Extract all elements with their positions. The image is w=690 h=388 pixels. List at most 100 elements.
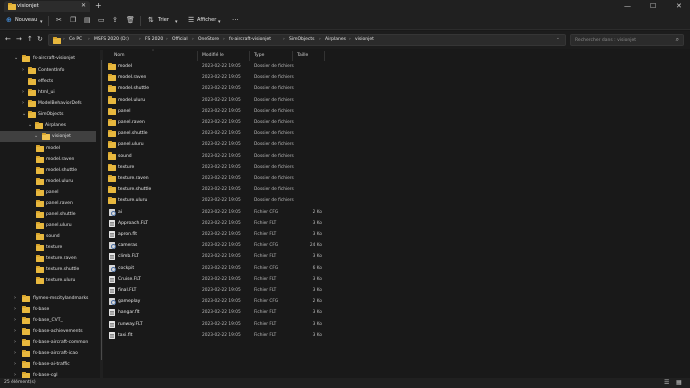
- back-icon[interactable]: ←: [5, 35, 11, 43]
- table-row[interactable]: model 2023-02-22 19:05 Dossier de fichiers: [104, 61, 334, 72]
- table-row[interactable]: texture.raven 2023-02-22 19:05 Dossier de …: [104, 173, 334, 184]
- chevron-right-icon[interactable]: ›: [14, 361, 16, 367]
- breadcrumb-item[interactable]: MSFS 2020 (D:): [94, 37, 129, 42]
- paste-icon[interactable]: ▤: [84, 16, 91, 24]
- column-divider[interactable]: [292, 51, 293, 61]
- column-header-size[interactable]: Taille: [297, 53, 308, 58]
- up-icon[interactable]: ↑: [27, 35, 33, 43]
- table-row[interactable]: taxi.flt 2023-02-22 19:05 Fichier FLT 3 Ko: [104, 330, 334, 341]
- tree-item[interactable]: model.raven: [0, 154, 96, 165]
- chevron-down-icon[interactable]: ⌄: [28, 122, 32, 128]
- minimize-icon[interactable]: —: [624, 0, 631, 12]
- table-row[interactable]: texture 2023-02-22 19:05 Dossier de fichie…: [104, 162, 334, 173]
- tree-item[interactable]: model: [0, 143, 96, 154]
- tree-item[interactable]: model.shuttle: [0, 165, 96, 176]
- breadcrumb-item[interactable]: fs-aircraft-visionjet: [229, 37, 271, 42]
- tree-item[interactable]: effects: [0, 76, 96, 87]
- column-header-type[interactable]: Type: [254, 53, 264, 58]
- tiles-view-icon[interactable]: ▦: [676, 379, 682, 386]
- table-row[interactable]: model.shuttle 2023-02-22 19:05 Dossier de …: [104, 83, 334, 94]
- tree-item[interactable]: texture.raven: [0, 253, 96, 264]
- plus-icon[interactable]: +: [95, 1, 102, 10]
- cut-icon[interactable]: ✂: [56, 16, 62, 24]
- tab-visionjet[interactable]: visionjet ✕: [4, 1, 90, 12]
- tree-item[interactable]: model.uluru: [0, 176, 96, 187]
- tree-item[interactable]: sound: [0, 231, 96, 242]
- tree-item[interactable]: ⌄ fs-aircraft-visionjet: [0, 53, 96, 64]
- table-row[interactable]: cameras 2023-02-22 19:05 Fichier CFG 24 Ko: [104, 240, 334, 251]
- tree-item[interactable]: › html_ui: [0, 87, 96, 98]
- address-bar[interactable]: › Ce PC › MSFS 2020 (D:) › FS 2020 › Off…: [48, 34, 566, 46]
- table-row[interactable]: texture.shuttle 2023-02-22 19:05 Dossier d…: [104, 184, 334, 195]
- view-button[interactable]: Afficher: [197, 17, 216, 23]
- tree-item[interactable]: panel: [0, 187, 96, 198]
- tree-item[interactable]: › fs-base-aircraft-icao: [0, 348, 96, 359]
- table-row[interactable]: panel.raven 2023-02-22 19:05 Dossier de fi…: [104, 117, 334, 128]
- tree-item[interactable]: › fs-base-cgl: [0, 370, 96, 378]
- tree-item[interactable]: ⌄ Airplanes: [0, 120, 96, 131]
- forward-icon[interactable]: →: [16, 35, 22, 43]
- chevron-down-icon[interactable]: ⌄: [22, 111, 26, 117]
- ellipsis-icon[interactable]: ···: [232, 16, 239, 24]
- table-row[interactable]: runway.FLT 2023-02-22 19:05 Fichier FLT 3 K…: [104, 319, 334, 330]
- rename-icon[interactable]: ▭: [98, 16, 105, 24]
- copy-icon[interactable]: ❐: [70, 16, 76, 24]
- tree-item-selected[interactable]: ⌄ visionjet: [0, 131, 96, 142]
- column-divider[interactable]: [249, 51, 250, 61]
- table-row[interactable]: Cruise.FLT 2023-02-22 19:05 Fichier FLT 3 K…: [104, 274, 334, 285]
- details-view-icon[interactable]: ☰: [664, 379, 669, 386]
- chevron-down-icon[interactable]: ⌄: [34, 133, 38, 139]
- breadcrumb-item[interactable]: SimObjects: [289, 37, 315, 42]
- tree-item[interactable]: texture.shuttle: [0, 264, 96, 275]
- tree-item[interactable]: texture.uluru: [0, 275, 96, 286]
- table-row[interactable]: texture.uluru 2023-02-22 19:05 Dossier de …: [104, 195, 334, 206]
- chevron-right-icon[interactable]: ›: [22, 100, 24, 106]
- tree-item[interactable]: › fs-base: [0, 304, 96, 315]
- sort-button[interactable]: Trier: [158, 17, 169, 23]
- chevron-right-icon[interactable]: ›: [14, 295, 16, 301]
- table-row[interactable]: model.raven 2023-02-22 19:05 Dossier de fi…: [104, 72, 334, 83]
- tree-item[interactable]: panel.shuttle: [0, 209, 96, 220]
- table-row[interactable]: hangar.flt 2023-02-22 19:05 Fichier FLT 3 K…: [104, 307, 334, 318]
- table-row[interactable]: ai 2023-02-22 19:05 Fichier CFG 2 Ko: [104, 207, 334, 218]
- table-row[interactable]: apron.flt 2023-02-22 19:05 Fichier FLT 3 Ko: [104, 229, 334, 240]
- table-row[interactable]: sound 2023-02-22 19:05 Dossier de fichiers: [104, 151, 334, 162]
- table-row[interactable]: panel.uluru 2023-02-22 19:05 Dossier de fi…: [104, 139, 334, 150]
- breadcrumb-item[interactable]: FS 2020: [145, 37, 163, 42]
- breadcrumb-item[interactable]: visionjet: [355, 37, 374, 42]
- nav-scrollbar-thumb[interactable]: [101, 60, 102, 360]
- chevron-right-icon[interactable]: ›: [14, 339, 16, 345]
- breadcrumb-item[interactable]: Official: [172, 37, 188, 42]
- table-row[interactable]: final.FLT 2023-02-22 19:05 Fichier FLT 3 Ko: [104, 285, 334, 296]
- new-button[interactable]: Nouveau: [15, 17, 37, 23]
- table-row[interactable]: climb.FLT 2023-02-22 19:05 Fichier FLT 3 Ko: [104, 251, 334, 262]
- delete-icon[interactable]: 🗑: [126, 16, 135, 24]
- chevron-down-icon[interactable]: ⌄: [14, 55, 18, 61]
- chevron-down-icon[interactable]: ⌄: [556, 36, 560, 41]
- tree-item[interactable]: › fs-base-achievements: [0, 326, 96, 337]
- search-input[interactable]: Rechercher dans : visionjet ⌕: [570, 34, 684, 46]
- table-row[interactable]: cockpit 2023-02-22 19:05 Fichier CFG 6 Ko: [104, 263, 334, 274]
- column-header-modified[interactable]: Modifié le: [202, 53, 224, 58]
- chevron-right-icon[interactable]: ›: [14, 317, 16, 323]
- table-row[interactable]: Approach.FLT 2023-02-22 19:05 Fichier FLT 3…: [104, 218, 334, 229]
- chevron-right-icon[interactable]: ›: [22, 67, 24, 73]
- close-icon[interactable]: ✕: [676, 0, 682, 12]
- tree-item[interactable]: › fs-base-ai-traffic: [0, 359, 96, 370]
- tree-item[interactable]: texture: [0, 242, 96, 253]
- table-row[interactable]: model.uluru 2023-02-22 19:05 Dossier de fi…: [104, 95, 334, 106]
- tree-item[interactable]: panel.raven: [0, 198, 96, 209]
- close-tab-icon[interactable]: ✕: [81, 2, 86, 9]
- column-divider[interactable]: [324, 51, 325, 61]
- chevron-right-icon[interactable]: ›: [22, 89, 24, 95]
- tree-item[interactable]: › ContentInfo: [0, 65, 96, 76]
- breadcrumb-item[interactable]: OneStore: [198, 37, 219, 42]
- column-header-name[interactable]: Nom: [114, 53, 125, 58]
- tree-item[interactable]: › flymex-mscitylandmarks: [0, 293, 96, 304]
- tree-item[interactable]: › ModelBehaviorDefs: [0, 98, 96, 109]
- column-divider[interactable]: [197, 51, 198, 61]
- table-row[interactable]: panel.shuttle 2023-02-22 19:05 Dossier de …: [104, 128, 334, 139]
- maximize-icon[interactable]: ☐: [650, 0, 656, 12]
- share-icon[interactable]: ⇪: [112, 16, 118, 24]
- refresh-icon[interactable]: ↻: [37, 35, 43, 43]
